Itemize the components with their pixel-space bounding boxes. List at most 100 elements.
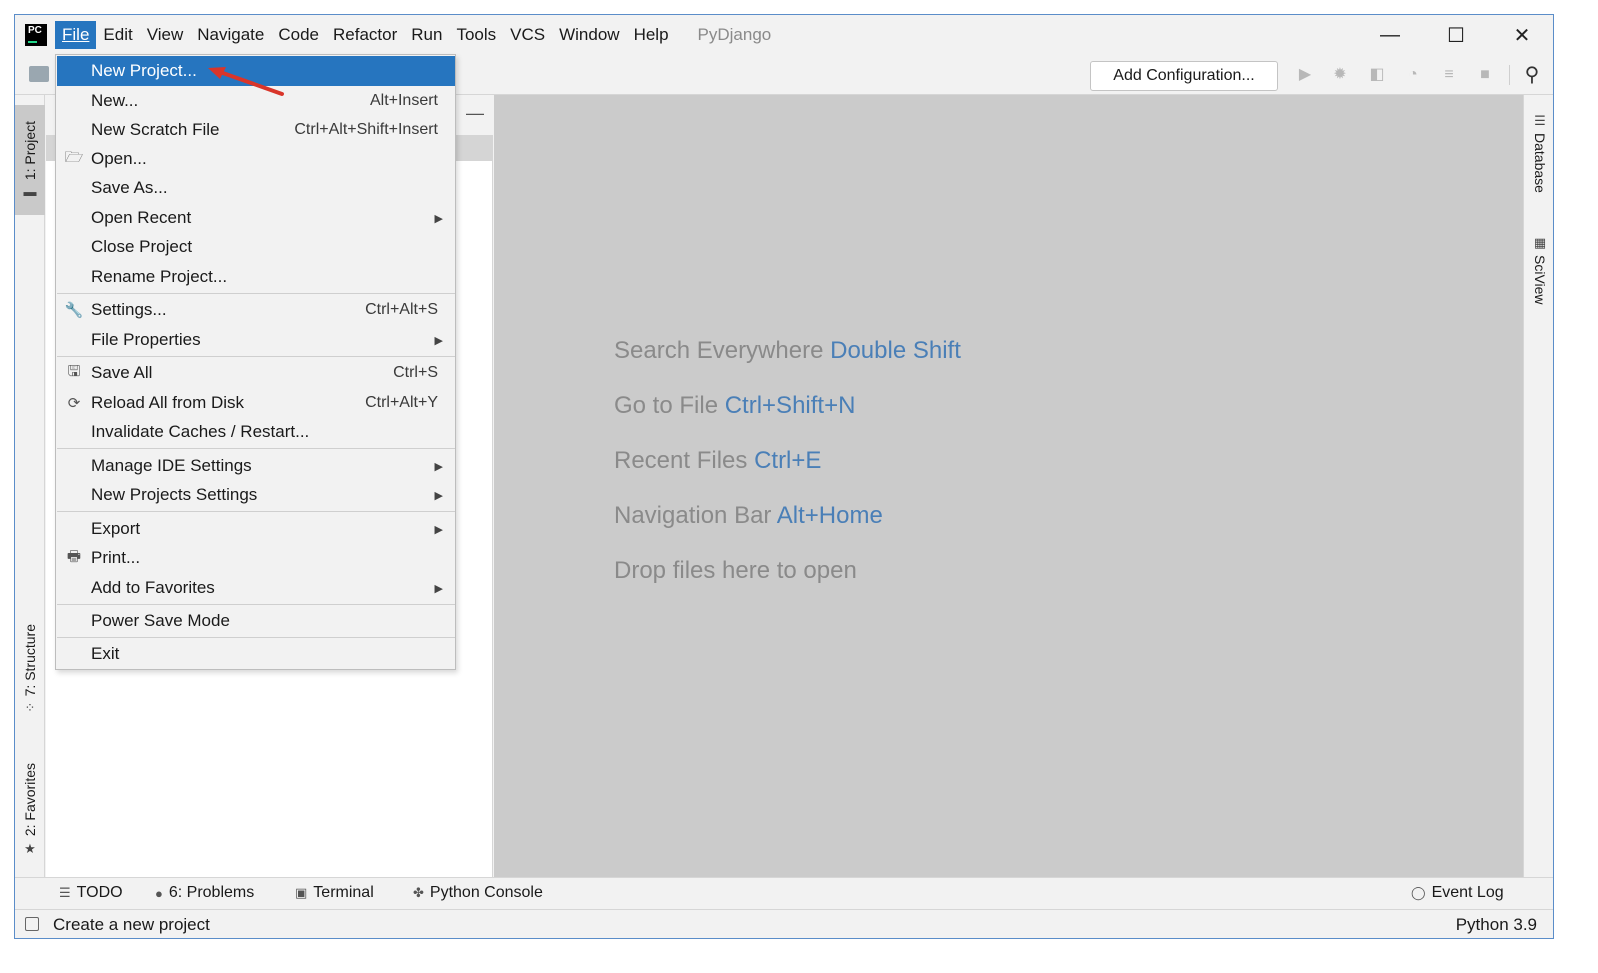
database-icon: ☰ [1534,113,1546,128]
run-icon[interactable]: ▶ [1295,65,1315,85]
submenu-arrow-icon: ▶ [434,489,443,502]
menu-item-save-all[interactable]: 🖫 Save All Ctrl+S [57,358,455,388]
menu-view[interactable]: View [140,21,191,49]
menu-code[interactable]: Code [271,21,326,49]
menu-item-exit[interactable]: Exit [57,639,455,669]
menu-item-open-recent[interactable]: Open Recent ▶ [57,203,455,233]
project-folder-icon[interactable] [29,66,49,82]
hint-recent-files: Recent Files Ctrl+E [614,447,822,474]
event-log-icon: ◯ [1411,885,1426,900]
tab-project[interactable]: 1: Project ▬ [15,105,45,215]
right-tool-strip: ☰ Database ▦ SciView [1523,95,1553,877]
sciview-icon: ▦ [1533,235,1547,250]
menu-item-close-project[interactable]: Close Project [57,232,455,262]
concurrency-icon[interactable]: ≡ [1439,65,1459,85]
tab-favorites[interactable]: 2: Favorites ★ [15,750,45,870]
file-menu-dropdown: New Project... New... Alt+Insert New Scra… [55,54,456,670]
menu-item-invalidate-caches[interactable]: Invalidate Caches / Restart... [57,417,455,447]
menu-item-print[interactable]: 🖶 Print... [57,543,455,573]
python-console-tab[interactable]: ✤ Python Console [413,884,543,902]
status-toggle-icon[interactable] [25,917,39,931]
debug-icon[interactable]: ✹ [1330,65,1350,85]
submenu-arrow-icon: ▶ [434,460,443,473]
todo-tab[interactable]: ☰ TODO [59,884,123,902]
status-message: Create a new project [53,915,210,934]
menu-item-settings[interactable]: 🔧 Settings... Ctrl+Alt+S [57,295,455,325]
maximize-button[interactable]: ☐ [1423,15,1489,55]
menu-item-export[interactable]: Export ▶ [57,514,455,544]
reload-icon: ⟳ [67,395,81,412]
menu-refactor[interactable]: Refactor [326,21,404,49]
menu-item-file-properties[interactable]: File Properties ▶ [57,325,455,355]
printer-icon: 🖶 [66,547,82,565]
tool-window-bar: ☰ TODO ● 6: Problems ▣ Terminal ✤ Python Con… [15,877,1553,909]
menu-item-rename-project[interactable]: Rename Project... [57,262,455,292]
menu-item-manage-ide-settings[interactable]: Manage IDE Settings ▶ [57,451,455,481]
left-tool-strip: 1: Project ▬ 7: Structure ⁘ 2: Favorites… [15,95,45,877]
title-menu-bar: PC File Edit View Navigate Code Refactor… [15,15,1553,55]
structure-icon: ⁘ [24,700,36,716]
menu-separator [57,448,455,449]
warning-icon: ● [155,885,163,901]
hint-search-everywhere: Search Everywhere Double Shift [614,337,961,364]
menu-window[interactable]: Window [552,21,626,49]
tab-project-label: 1: Project [22,120,38,181]
tab-structure-label: 7: Structure [22,623,38,697]
pycharm-logo-icon: PC [25,24,47,46]
menu-file[interactable]: File [55,21,97,49]
submenu-arrow-icon: ▶ [434,582,443,595]
menu-help[interactable]: Help [627,21,676,49]
window-controls: — ☐ ✕ [1357,15,1553,55]
terminal-icon: ▣ [295,885,308,900]
folder-icon: ▬ [23,184,37,200]
close-button[interactable]: ✕ [1489,15,1553,55]
menu-item-add-to-favorites[interactable]: Add to Favorites ▶ [57,573,455,603]
submenu-arrow-icon: ▶ [434,523,443,536]
search-icon[interactable]: ⚲ [1520,63,1544,87]
tab-sciview-label: SciView [1532,255,1548,305]
menu-separator [57,637,455,638]
menu-item-power-save-mode[interactable]: Power Save Mode [57,606,455,636]
python-interpreter[interactable]: Python 3.9 [1456,915,1537,935]
folder-open-icon: 🗁 [64,148,84,166]
event-log-tab[interactable]: ◯ Event Log [1411,884,1504,902]
editor-empty-area: Search Everywhere Double Shift Go to Fil… [494,95,1523,877]
menu-item-reload-all[interactable]: ⟳ Reload All from Disk Ctrl+Alt+Y [57,388,455,418]
hint-go-to-file: Go to File Ctrl+Shift+N [614,392,856,419]
menu-item-new-scratch-file[interactable]: New Scratch File Ctrl+Alt+Shift+Insert [57,115,455,145]
window-title: PyDjango [697,25,772,44]
terminal-tab[interactable]: ▣ Terminal [295,884,374,902]
hide-panel-icon[interactable]: — [466,103,484,124]
add-configuration-button[interactable]: Add Configuration... [1090,61,1278,91]
menu-separator [57,604,455,605]
menu-run[interactable]: Run [404,21,449,49]
python-icon: ✤ [413,885,424,900]
menu-item-new-projects-settings[interactable]: New Projects Settings ▶ [57,480,455,510]
menu-separator [57,511,455,512]
logo-text: PC [28,25,42,36]
menu-separator [57,293,455,294]
stop-icon[interactable]: ■ [1475,65,1495,85]
menu-edit[interactable]: Edit [96,21,139,49]
menu-item-open[interactable]: 🗁 Open... [57,144,455,174]
menu-navigate[interactable]: Navigate [190,21,271,49]
hint-navigation-bar: Navigation Bar Alt+Home [614,502,883,529]
submenu-arrow-icon: ▶ [434,334,443,347]
tab-database[interactable]: ☰ Database [1524,109,1553,193]
menu-vcs[interactable]: VCS [503,21,552,49]
profile-icon[interactable]: ◔ [1403,65,1423,85]
menu-tools[interactable]: Tools [449,21,503,49]
tab-structure[interactable]: 7: Structure ⁘ [15,610,45,730]
tab-database-label: Database [1532,133,1548,193]
hint-drop-files: Drop files here to open [614,557,857,584]
coverage-icon[interactable]: ◧ [1367,65,1387,85]
problems-tab[interactable]: ● 6: Problems [155,884,254,902]
menu-item-save-as[interactable]: Save As... [57,173,455,203]
minimize-button[interactable]: — [1357,15,1423,55]
save-icon: 🖫 [67,362,81,380]
tab-sciview[interactable]: ▦ SciView [1524,231,1553,305]
status-bar: Create a new project Python 3.9 [15,909,1553,938]
toolbar-separator [1509,65,1510,85]
star-icon: ★ [24,840,36,856]
tab-favorites-label: 2: Favorites [22,763,38,837]
